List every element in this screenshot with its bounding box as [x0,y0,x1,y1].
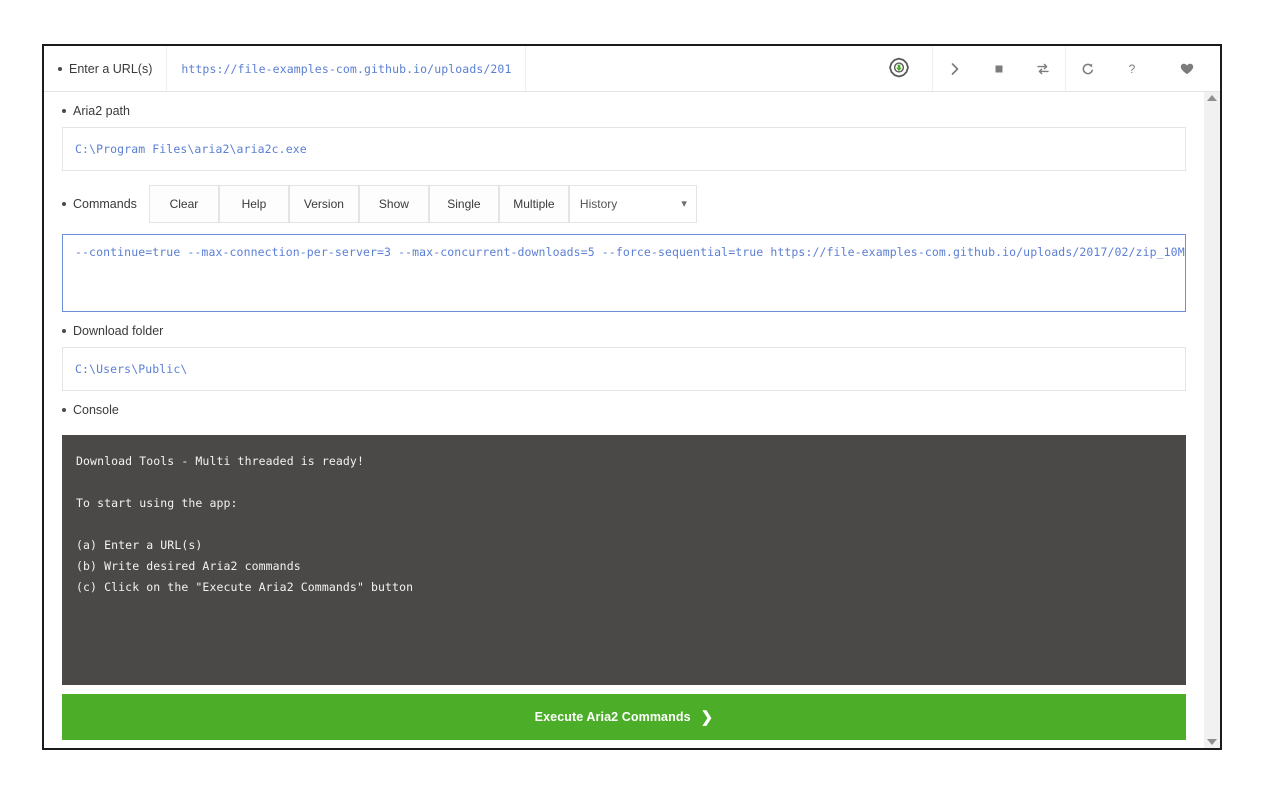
commands-textarea[interactable]: --continue=true --max-connection-per-ser… [62,234,1186,312]
execute-button-label: Execute Aria2 Commands [534,710,691,724]
swap-icon[interactable] [1021,46,1065,91]
console-line: Download Tools - Multi threaded is ready… [76,454,364,468]
commands-textarea-value: --continue=true --max-connection-per-ser… [75,245,1186,259]
download-folder-label: Download folder [44,312,1203,347]
scrollbar-thumb[interactable] [1204,101,1220,739]
aria2-path-value: C:\Program Files\aria2\aria2c.exe [75,142,307,156]
aria2-path-label-text: Aria2 path [73,104,130,118]
multiple-button[interactable]: Multiple [498,185,569,223]
console-label: Console [44,391,1203,426]
url-label-text: Enter a URL(s) [69,61,153,76]
aria2-path-label: Aria2 path [44,92,1203,127]
download-folder-value: C:\Users\Public\ [75,362,188,376]
help-button[interactable]: Help [218,185,289,223]
chevron-right-icon: ❯ [700,708,714,726]
url-label: Enter a URL(s) [44,46,168,91]
console-line: (b) Write desired Aria2 commands [76,559,301,573]
aria2-path-field[interactable]: C:\Program Files\aria2\aria2c.exe [62,127,1186,171]
help-icon[interactable]: ? [1110,46,1154,91]
history-select-value: History [579,197,618,211]
form-content: Aria2 path C:\Program Files\aria2\aria2c… [44,92,1203,748]
version-button[interactable]: Version [288,185,359,223]
commands-label: Commands [62,185,149,223]
app-logo-icon[interactable] [866,46,932,91]
bullet-icon [62,329,66,333]
stop-icon[interactable] [977,46,1021,91]
console-line: (a) Enter a URL(s) [76,538,203,552]
console-output[interactable]: Download Tools - Multi threaded is ready… [62,435,1186,685]
vertical-scrollbar[interactable] [1203,92,1220,748]
toolbar-spacer [525,46,866,91]
console-line: To start using the app: [76,496,238,510]
history-select[interactable]: History ▾ [568,185,697,223]
download-folder-field[interactable]: C:\Users\Public\ [62,347,1186,391]
commands-row: Commands Clear Help Version Show Single … [44,185,1203,223]
download-folder-label-text: Download folder [73,324,164,338]
console-line: (c) Click on the "Execute Aria2 Commands… [76,580,414,594]
start-icon[interactable] [933,46,977,91]
bullet-icon [62,408,66,412]
execute-aria2-commands-button[interactable]: Execute Aria2 Commands ❯ [62,694,1186,740]
clear-button[interactable]: Clear [148,185,219,223]
bullet-icon [62,202,66,206]
console-label-text: Console [73,403,119,417]
svg-text:?: ? [1129,62,1136,76]
single-button[interactable]: Single [428,185,499,223]
scroll-down-icon[interactable] [1207,739,1217,745]
app-window: Enter a URL(s) https://file-examples-com… [42,44,1222,750]
url-input[interactable] [167,46,525,91]
commands-label-text: Commands [73,197,137,211]
toolbar-icon-group: ? [866,46,1220,91]
top-toolbar: Enter a URL(s) https://file-examples-com… [44,46,1220,92]
bullet-icon [62,109,66,113]
chevron-down-icon: ▾ [681,197,687,210]
bullet-icon [58,66,62,71]
scroll-body: Aria2 path C:\Program Files\aria2\aria2c… [44,92,1220,748]
refresh-icon[interactable] [1066,46,1110,91]
favorite-icon[interactable] [1154,46,1220,91]
show-button[interactable]: Show [358,185,429,223]
